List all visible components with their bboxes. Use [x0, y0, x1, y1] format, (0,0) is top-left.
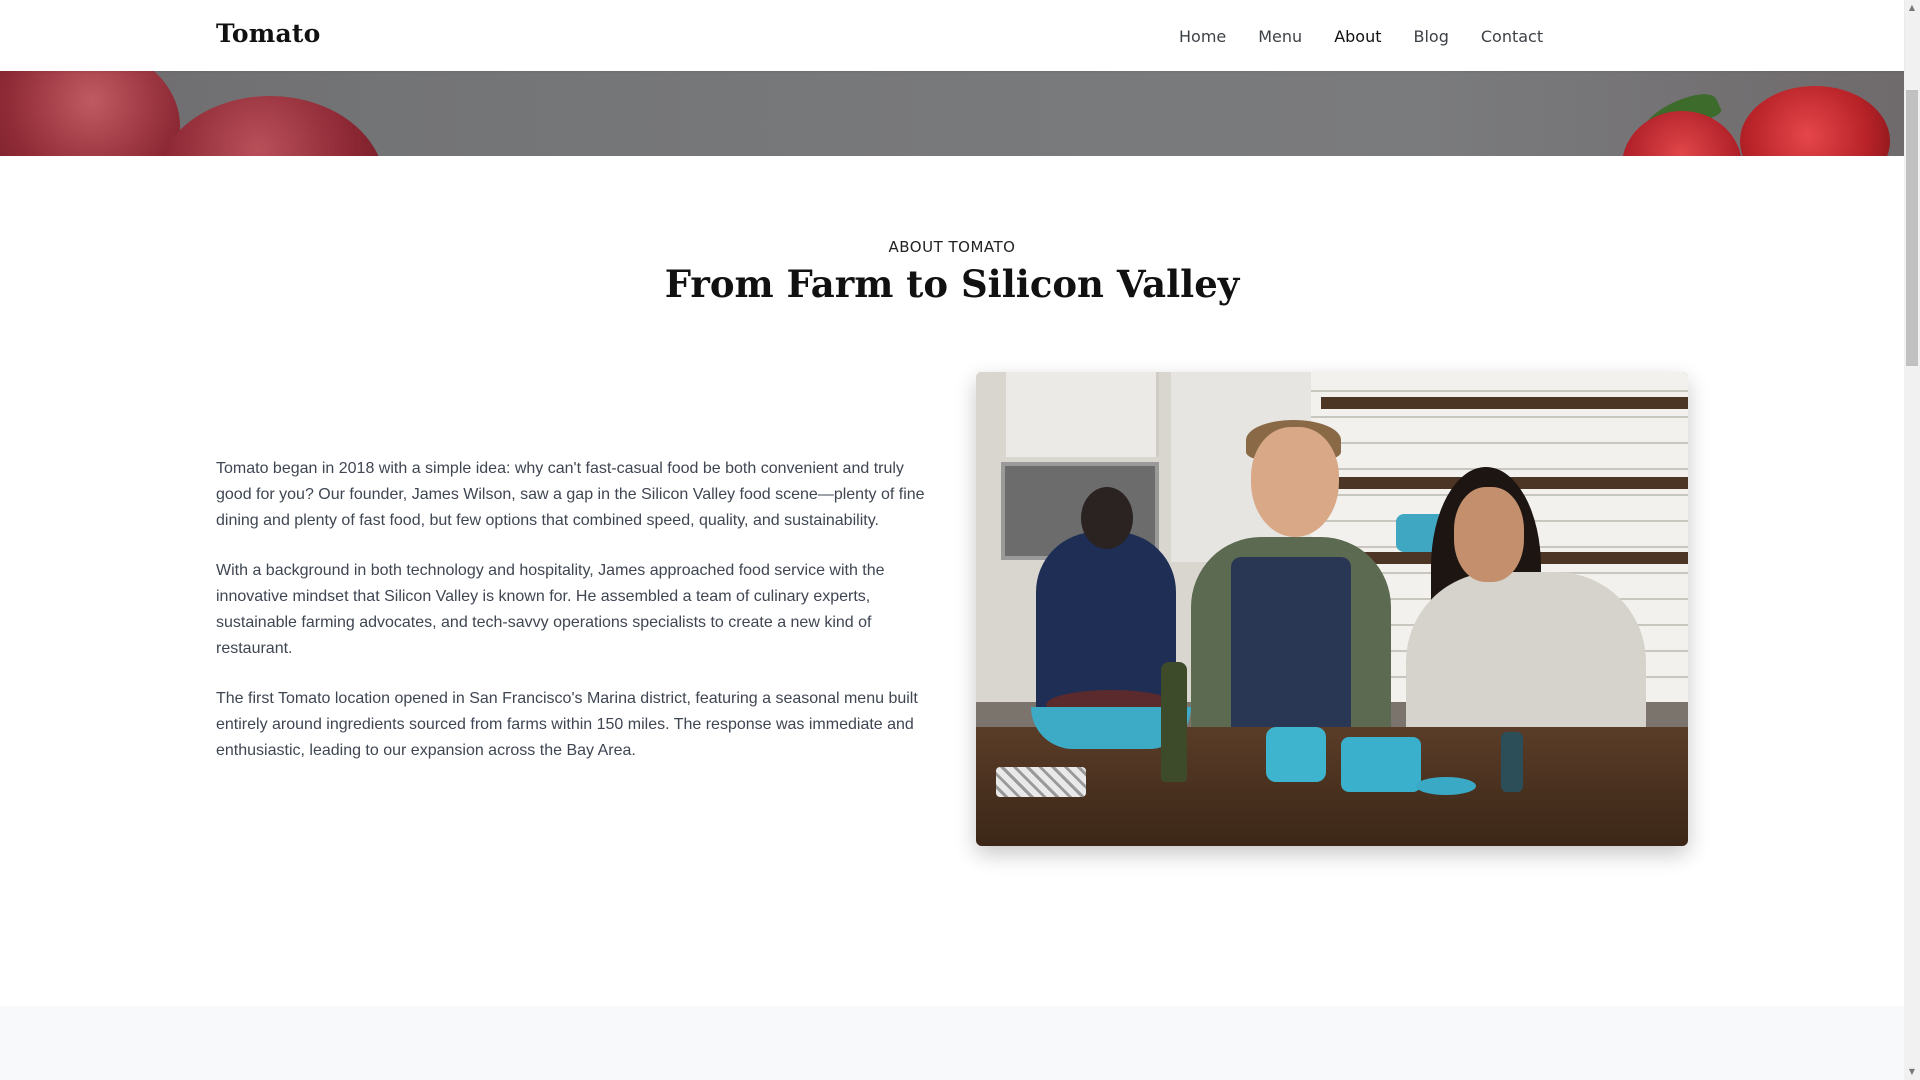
photo-oil-bottle — [1161, 662, 1187, 782]
brand-logo[interactable]: Tomato — [216, 19, 320, 48]
photo-casserole — [1341, 737, 1421, 792]
photo-cabinet — [1006, 372, 1159, 457]
scroll-up-icon[interactable]: ▲ — [1904, 0, 1920, 16]
photo-shelf — [1321, 397, 1688, 409]
nav-menu[interactable]: Menu — [1258, 26, 1302, 48]
photo-towel — [996, 767, 1086, 797]
nav-contact[interactable]: Contact — [1481, 26, 1543, 48]
apple-image — [155, 96, 385, 156]
about-paragraph: With a background in both technology and… — [216, 562, 885, 657]
apple-image — [0, 71, 180, 156]
page-scrollbar[interactable]: ▲ ▼ — [1904, 0, 1920, 1080]
nav-about[interactable]: About — [1334, 26, 1381, 48]
strawberry-image — [1622, 111, 1742, 156]
nav-home[interactable]: Home — [1179, 26, 1226, 48]
section-title: From Farm to Silicon Valley — [664, 262, 1240, 306]
photo-person-head — [1081, 487, 1133, 549]
main-nav: Home Menu About Blog Contact — [1179, 26, 1575, 48]
nav-blog[interactable]: Blog — [1414, 26, 1449, 48]
photo-bottle — [1501, 732, 1523, 792]
section-eyebrow: ABOUT TOMATO — [888, 238, 1016, 256]
scroll-down-icon[interactable]: ▼ — [1904, 1064, 1920, 1080]
scrollbar-thumb[interactable] — [1906, 90, 1918, 366]
site-header: Tomato Home Menu About Blog Contact — [0, 0, 1904, 71]
hero-banner — [0, 71, 1904, 156]
photo-lid — [1416, 777, 1476, 795]
about-copy: Tomato began in 2018 with a simple idea:… — [216, 456, 928, 788]
strawberry-image — [1740, 86, 1890, 156]
photo-casserole — [1266, 727, 1326, 782]
about-photo — [976, 372, 1688, 846]
photo-person-head — [1454, 487, 1524, 582]
about-paragraph: The first Tomato location opened in San … — [216, 690, 918, 759]
next-section-band — [0, 1006, 1904, 1080]
photo-person-head — [1251, 427, 1339, 537]
about-paragraph: Tomato began in 2018 with a simple idea:… — [216, 460, 925, 529]
